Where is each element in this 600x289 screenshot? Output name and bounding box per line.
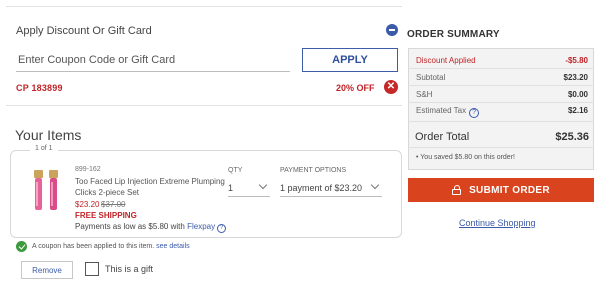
submit-order-button[interactable]: SUBMIT ORDER	[408, 178, 594, 202]
summary-row-discount: Discount Applied -$5.80	[416, 56, 588, 65]
flexpay-link[interactable]: Flexpay	[187, 222, 215, 231]
gift-checkbox[interactable]	[85, 262, 99, 276]
summary-row-label: Estimated Tax?	[416, 106, 480, 118]
submit-order-label: SUBMIT ORDER	[469, 184, 550, 196]
summary-row-value: -$5.80	[565, 56, 588, 65]
see-details-link[interactable]: see details	[156, 243, 189, 250]
order-total-label: Order Total	[415, 131, 470, 143]
summary-divider	[408, 147, 594, 148]
applied-coupon-code: CP 183899	[16, 83, 63, 93]
minus-circle-icon[interactable]	[386, 24, 398, 36]
your-items-heading: Your Items	[15, 127, 82, 143]
savings-bullet: •	[416, 154, 419, 161]
coupon-code-input[interactable]	[16, 48, 290, 72]
payment-option-value: 1 payment of $23.20	[280, 182, 363, 193]
summary-row-label: S&H	[416, 90, 433, 99]
flexpay-info: Payments as low as $5.80 with Flexpay?	[75, 222, 227, 233]
free-shipping-label: FREE SHIPPING	[75, 211, 137, 220]
summary-row-subtotal: Subtotal $23.20	[416, 73, 588, 82]
summary-row-label: Subtotal	[416, 73, 446, 82]
order-summary-title: ORDER SUMMARY	[407, 29, 500, 40]
top-divider	[6, 6, 402, 7]
summary-row-tax: Estimated Tax? $2.16	[416, 106, 588, 118]
product-image[interactable]	[32, 168, 62, 212]
qty-value: 1	[228, 182, 234, 193]
flexpay-text: Payments as low as $5.80 with	[75, 222, 185, 231]
summary-row-shipping: S&H $0.00	[416, 90, 588, 99]
product-name[interactable]: Too Faced Lip Injection Extreme Plumping…	[75, 176, 225, 198]
qty-select[interactable]: 1	[228, 179, 270, 197]
check-circle-icon	[16, 241, 27, 252]
product-price-current: $23.20	[75, 200, 100, 209]
payment-options-label: PAYMENT OPTIONS	[280, 167, 347, 174]
item-pager: 1 of 1	[30, 145, 58, 152]
apply-button[interactable]: APPLY	[302, 48, 398, 72]
order-total-value: $25.36	[555, 131, 589, 143]
section-divider	[6, 105, 402, 106]
lock-icon	[452, 185, 462, 195]
chevron-down-icon	[258, 180, 268, 190]
qty-label: QTY	[228, 167, 243, 174]
summary-divider	[408, 102, 594, 103]
discount-section-title: Apply Discount Or Gift Card	[16, 25, 152, 37]
savings-note: • You saved $5.80 on this order!	[416, 154, 515, 161]
help-icon[interactable]: ?	[469, 108, 480, 118]
remove-coupon-icon[interactable]: ✕	[384, 80, 398, 94]
tax-label-text: Estimated Tax	[416, 106, 467, 115]
summary-divider	[408, 121, 594, 122]
summary-divider	[408, 85, 594, 86]
order-total-row: Order Total $25.36	[415, 131, 589, 143]
summary-row-value: $23.20	[563, 73, 588, 82]
chevron-down-icon	[370, 180, 380, 190]
gift-checkbox-label[interactable]: This is a gift	[105, 264, 153, 274]
coupon-applied-note: A coupon has been applied to this item. …	[32, 243, 190, 250]
product-sku: 899-162	[75, 166, 101, 173]
continue-shopping-link[interactable]: Continue Shopping	[459, 218, 536, 228]
product-price-original: $37.00	[101, 200, 126, 209]
summary-row-value: $2.16	[567, 106, 588, 115]
help-icon[interactable]: ?	[217, 224, 227, 233]
summary-row-label: Discount Applied	[416, 56, 476, 65]
payment-options-select[interactable]: 1 payment of $23.20	[280, 179, 382, 197]
applied-coupon-discount: 20% OFF	[336, 83, 375, 93]
remove-item-button[interactable]: Remove	[21, 261, 73, 279]
savings-text: You saved $5.80 on this order!	[420, 154, 515, 161]
summary-row-value: $0.00	[567, 90, 588, 99]
summary-divider	[408, 68, 594, 69]
coupon-note-text: A coupon has been applied to this item.	[32, 243, 155, 250]
